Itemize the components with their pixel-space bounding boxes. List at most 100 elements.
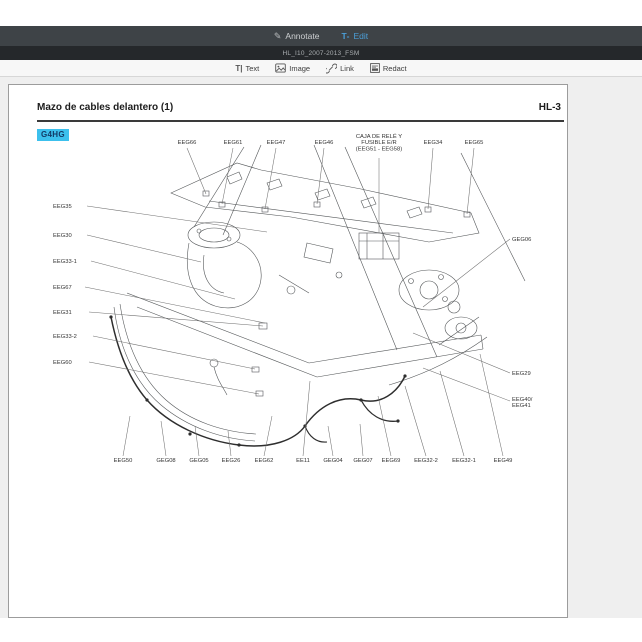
svg-text:EE11: EE11 (296, 458, 310, 464)
svg-text:EEG66: EEG66 (178, 140, 197, 146)
svg-text:GEG04: GEG04 (323, 458, 343, 464)
connector-label: EEG50 (114, 416, 133, 464)
svg-text:EEG62: EEG62 (255, 458, 274, 464)
connector-label: EEG67 (53, 285, 265, 323)
tool-image-label: Image (289, 64, 310, 73)
connector-label: GEG04 (323, 426, 343, 464)
harness-artwork (109, 315, 406, 446)
connector-label: EEG31 (53, 310, 263, 326)
connector-label: EEG65 (465, 140, 484, 214)
tool-link-label: Link (340, 64, 354, 73)
pdf-page[interactable]: Mazo de cables delantero (1) HL-3 G4HG (8, 84, 568, 618)
svg-text:FUSIBLE E/R: FUSIBLE E/R (361, 140, 396, 146)
tab-edit-label: Edit (353, 31, 368, 41)
tool-link[interactable]: Link (326, 63, 354, 74)
leader-line (91, 261, 235, 299)
connector-label: EEG32-1 (440, 371, 476, 464)
connector-label: EEG60 (53, 360, 259, 394)
leader-line (428, 148, 433, 209)
leader-line (87, 206, 267, 232)
svg-text:EEG41: EEG41 (512, 403, 531, 409)
tool-image[interactable]: Image (275, 63, 310, 73)
edit-tools-toolbar: T| Text Image Link Redact (0, 60, 642, 77)
connector-label: EEG69 (378, 396, 400, 464)
svg-text:EEG61: EEG61 (224, 140, 243, 146)
wiring-diagram: EEG66 EEG61 EEG47 EEG46 CAJA DE RELÉ YFUSIBL… (9, 85, 567, 617)
svg-text:EEG33-1: EEG33-1 (53, 259, 77, 265)
filename-bar: HL_I10_2007-2013_FSM (0, 46, 642, 60)
leader-line (317, 148, 324, 204)
svg-text:GEG07: GEG07 (353, 458, 372, 464)
svg-text:EEG47: EEG47 (267, 140, 286, 146)
wiring-diagram-artwork (114, 145, 525, 441)
leader-line (360, 424, 363, 456)
tab-edit[interactable]: T‑ Edit (341, 31, 368, 41)
svg-text:EEG46: EEG46 (315, 140, 334, 146)
svg-text:EEG60: EEG60 (53, 360, 72, 366)
connector-label: EEG66 (178, 140, 206, 194)
connector-label: EEG29 (413, 333, 531, 377)
svg-text:GEG05: GEG05 (189, 458, 208, 464)
redact-icon (370, 63, 380, 73)
pencil-icon: ✎ (274, 32, 282, 41)
leader-line (440, 371, 464, 456)
connector-label: EEG62 (255, 416, 274, 464)
svg-text:EEG30: EEG30 (53, 233, 72, 239)
leader-line (222, 148, 233, 204)
annotation-toolbar: ✎ Annotate T‑ Edit (0, 26, 642, 46)
connector-label: EEG32-2 (405, 386, 438, 464)
svg-text:EEG31: EEG31 (53, 310, 72, 316)
tool-redact[interactable]: Redact (370, 63, 407, 73)
tab-annotate[interactable]: ✎ Annotate (274, 31, 320, 41)
leader-line (480, 354, 503, 456)
svg-text:EEG34: EEG34 (424, 140, 443, 146)
tab-annotate-label: Annotate (285, 31, 319, 41)
leader-line (89, 312, 263, 326)
tool-redact-label: Redact (383, 64, 407, 73)
tool-text-label: Text (245, 64, 259, 73)
connector-label: EEG46 (315, 140, 334, 204)
svg-text:EEG33-2: EEG33-2 (53, 334, 77, 340)
leader-line (89, 362, 259, 394)
leader-line (195, 426, 199, 456)
svg-text:(EEG51 - EEG58): (EEG51 - EEG58) (356, 146, 402, 152)
document-workspace: Mazo de cables delantero (1) HL-3 G4HG (0, 77, 642, 618)
svg-text:EEG29: EEG29 (512, 371, 531, 377)
svg-text:EEG50: EEG50 (114, 458, 133, 464)
page-bottom-area (0, 618, 642, 642)
text-tool-icon: T| (235, 64, 242, 73)
svg-text:GEG06: GEG06 (512, 237, 531, 243)
connector-label: GEG06 (423, 237, 531, 307)
svg-text:EEG65: EEG65 (465, 140, 484, 146)
tool-text[interactable]: T| Text (235, 64, 259, 73)
connector-label: EEG30 (53, 233, 201, 262)
svg-text:EEG40/: EEG40/ (512, 397, 533, 403)
svg-text:EEG32-2: EEG32-2 (414, 458, 438, 464)
leader-line (467, 148, 474, 214)
leader-line (123, 416, 130, 456)
connector-label: EEG33-2 (53, 334, 255, 369)
svg-text:EEG49: EEG49 (494, 458, 513, 464)
svg-text:EEG67: EEG67 (53, 285, 72, 291)
leader-line (264, 416, 272, 456)
leader-line (328, 426, 333, 456)
link-icon (326, 63, 337, 74)
svg-text:GEG08: GEG08 (156, 458, 175, 464)
connector-label: EEG49 (480, 354, 512, 464)
connector-label: GEG08 (156, 421, 175, 464)
leader-line (405, 386, 426, 456)
text-edit-icon: T‑ (341, 32, 349, 41)
svg-text:EEG69: EEG69 (382, 458, 401, 464)
leader-line (93, 336, 255, 369)
connector-label: EEG34 (424, 140, 443, 209)
leader-line (187, 148, 206, 194)
connector-label: EEG35 (53, 204, 267, 232)
leader-line (378, 396, 391, 456)
image-icon (275, 63, 286, 73)
svg-text:EEG32-1: EEG32-1 (452, 458, 476, 464)
svg-text:CAJA DE RELÉ Y: CAJA DE RELÉ Y (356, 133, 402, 140)
leader-line (87, 235, 201, 262)
connector-label: EEG47 (265, 140, 285, 209)
connector-label: EEG26 (222, 431, 241, 464)
filename-label: HL_I10_2007-2013_FSM (283, 50, 360, 57)
